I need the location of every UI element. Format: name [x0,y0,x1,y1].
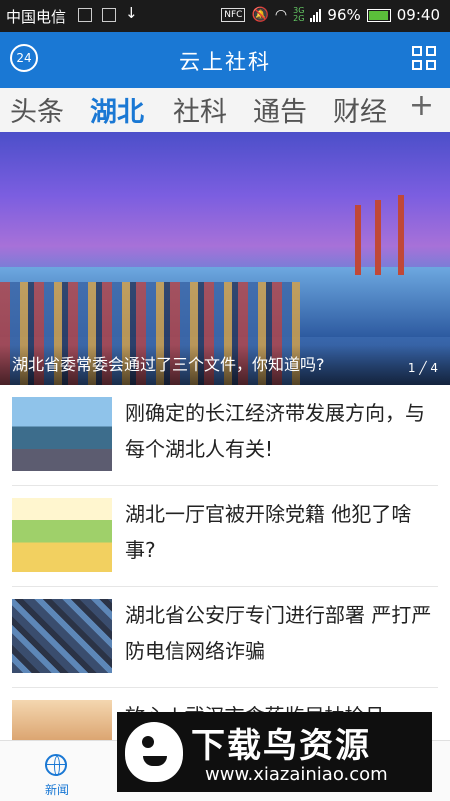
bird-logo-icon [125,722,183,782]
globe-icon [45,754,67,776]
grid-icon[interactable] [412,46,436,70]
wifi-icon: ◠ [274,7,288,23]
nav-news-label: 新闻 [44,783,69,797]
news-title: 湖北一厅官被开除党籍 他犯了啥事? [125,502,412,562]
pager-total: 4 [430,361,438,375]
news-thumbnail [12,498,112,572]
battery-icon [366,8,391,22]
pager-current: 1 [407,361,416,375]
network-2g: 2G [293,14,305,23]
screenshot-icon [102,8,116,22]
news-thumbnail [12,397,112,471]
add-tab-icon[interactable]: + [409,88,434,123]
sim-icon [78,8,92,22]
download-icon: ↓ [125,4,138,22]
news-item[interactable]: 刚确定的长江经济带发展方向，与每个湖北人有关! [12,385,438,486]
news-thumbnail [12,599,112,673]
tab-hubei[interactable]: 湖北 [90,90,144,129]
status-right: NFC 🔕 ◠ 3G 2G 96% 09:40 [221,6,440,24]
tab-sheke[interactable]: 社科 [173,90,227,129]
crane-1 [355,205,361,275]
signal-icon [310,8,322,22]
mute-icon: 🔕 [251,7,269,23]
nfc-icon: NFC [221,8,246,22]
app-title: 云上社科 [179,50,271,74]
tab-caijing[interactable]: 财经 [333,90,387,129]
watermark-url: www.xiazainiao.com [205,764,388,785]
crane-2 [375,200,381,275]
battery-percent: 96% [327,6,361,24]
watermark-title: 下载鸟资源 [191,726,371,766]
hero-caption: 湖北省委常委会通过了三个文件，你知道吗? [12,355,325,374]
status-bar: 中国电信 ↓ NFC 🔕 ◠ 3G 2G 96% 09:40 [0,0,450,32]
network-type: 3G 2G [293,7,304,23]
tab-toutiao[interactable]: 头条 [10,90,64,129]
tab-tonggao[interactable]: 通告 [253,90,307,129]
category-tabs: 头条 湖北 社科 通告 财经 + [0,88,450,132]
news-item[interactable]: 湖北一厅官被开除党籍 他犯了啥事? [12,486,438,587]
news-title: 湖北省公安厅专门进行部署 严打严防电信网络诈骗 [125,603,432,663]
watermark-logo: 下载鸟资源 www.xiazainiao.com [117,712,432,792]
carrier-label: 中国电信 [6,8,67,26]
news-item[interactable]: 湖北省公安厅专门进行部署 严打严防电信网络诈骗 [12,587,438,688]
clock: 09:40 [396,6,440,24]
nav-news[interactable]: 新闻 [12,741,102,801]
crane-3 [398,195,404,275]
hero-pager: 1 ╱ 4 [407,361,438,375]
news-title: 刚确定的长江经济带发展方向，与每个湖北人有关! [125,401,425,461]
app-header: 24 云上社科 [0,32,450,88]
hero-banner[interactable]: 湖北省委常委会通过了三个文件，你知道吗? 1 ╱ 4 [0,132,450,385]
